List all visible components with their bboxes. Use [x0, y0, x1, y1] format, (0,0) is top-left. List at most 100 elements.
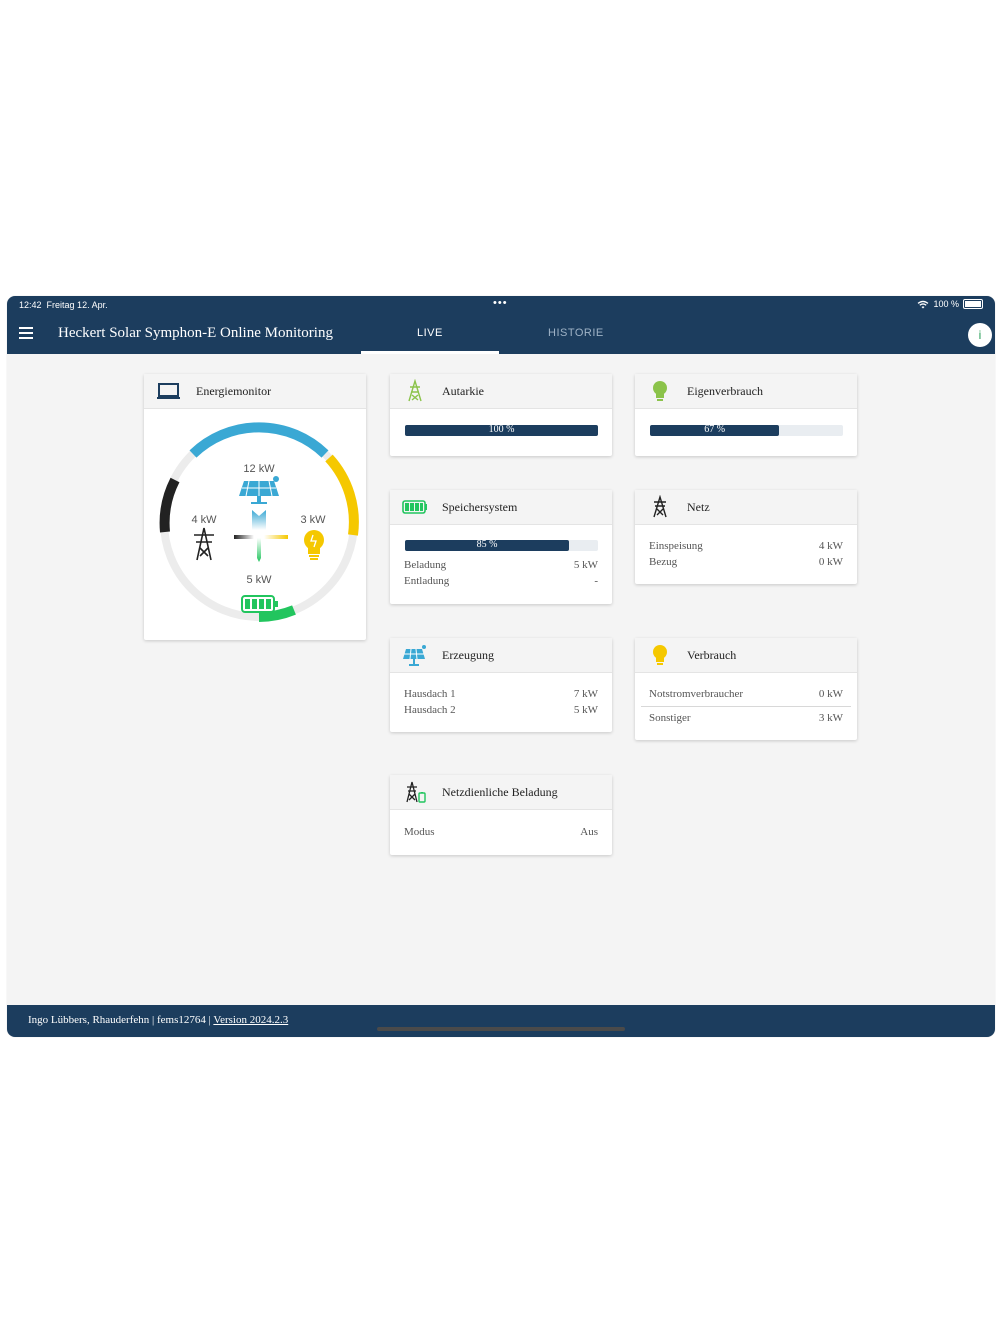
row-label: Sonstiger [649, 712, 691, 724]
netzdienlich-row-modus: Modus Aus [404, 826, 598, 838]
status-right: 100 % [917, 299, 983, 309]
speicher-row-entladung: Entladung - [404, 575, 598, 587]
netz-row-bezug: Bezug 0 kW [649, 556, 843, 568]
card-header: Energiemonitor [144, 374, 366, 409]
footer-user-info: Ingo Lübbers, Rhauderfehn | fems12764 | [28, 1014, 214, 1026]
light-bulb-icon [653, 645, 667, 665]
card-header: Verbrauch [635, 638, 857, 673]
row-divider [641, 706, 851, 707]
card-header: Autarkie [390, 374, 612, 409]
eigenverbrauch-percent: 67 % [704, 424, 726, 435]
main-content: Energiemonitor 12 kW 4 kW 3 kW 5 kW Auta… [7, 354, 995, 1005]
production-flow-arrow [252, 510, 266, 530]
row-label: Notstromverbraucher [649, 688, 744, 700]
consumption-value: 3 kW [300, 514, 326, 526]
autarkie-progress: 100 % [405, 424, 598, 436]
energiemonitor-card[interactable]: Energiemonitor 12 kW 4 kW 3 kW 5 kW [144, 374, 366, 640]
tab-live[interactable]: LIVE [417, 327, 443, 339]
grid-pylon-icon [194, 527, 214, 561]
speicher-progress: 85 % [405, 539, 598, 551]
consumption-flow-arrow [264, 535, 288, 539]
row-label: Hausdach 2 [404, 704, 456, 716]
card-header: Speichersystem [390, 490, 612, 525]
multitask-dots[interactable]: ••• [493, 297, 508, 309]
row-value: Aus [580, 826, 598, 838]
row-value: 7 kW [573, 688, 598, 700]
production-value: 12 kW [243, 463, 275, 475]
solar-panel-icon [403, 645, 426, 666]
row-value: 5 kW [573, 704, 598, 716]
autarky-pylon-icon [408, 379, 422, 402]
info-button[interactable]: i [968, 323, 992, 347]
home-indicator[interactable] [377, 1027, 625, 1031]
erzeugung-row-hausdach-2: Hausdach 2 5 kW [404, 704, 598, 716]
grid-flow-arrow [234, 535, 254, 539]
row-label: Beladung [404, 559, 447, 571]
verbrauch-card[interactable]: Verbrauch Notstromverbraucher 0 kW Sonst… [635, 638, 857, 740]
production-arc [189, 422, 329, 458]
status-date: Freitag 12. Apr. [46, 300, 108, 310]
tab-historie[interactable]: HISTORIE [548, 327, 604, 339]
footer-text: Ingo Lübbers, Rhauderfehn | fems12764 | … [28, 1014, 288, 1026]
light-bulb-icon [304, 530, 324, 560]
row-label: Hausdach 1 [404, 688, 456, 700]
consumption-arc [325, 454, 359, 536]
energy-flow-diagram[interactable]: 12 kW 4 kW 3 kW 5 kW [144, 408, 366, 640]
laptop-icon [157, 383, 180, 399]
speichersystem-card[interactable]: Speichersystem 85 % Beladung 5 kW Entlad… [390, 490, 612, 604]
self-consumption-bulb-icon [653, 381, 667, 401]
autarkie-percent: 100 % [488, 424, 515, 435]
grid-arc [159, 477, 180, 533]
battery-icon [963, 299, 983, 309]
row-value: 4 kW [818, 540, 843, 552]
speicher-percent: 85 % [476, 539, 498, 550]
eigenverbrauch-card[interactable]: Eigenverbrauch 67 % [635, 374, 857, 456]
app-title: Heckert Solar Symphon-E Online Monitorin… [58, 325, 333, 341]
grid-pylon-icon [653, 495, 667, 518]
card-title: Netzdienliche Beladung [442, 785, 558, 799]
speicher-row-beladung: Beladung 5 kW [404, 559, 598, 571]
solar-panel-icon [239, 476, 279, 504]
card-title: Autarkie [442, 384, 484, 398]
netzdienliche-beladung-card[interactable]: Netzdienliche Beladung Modus Aus [390, 775, 612, 855]
eigenverbrauch-progress: 67 % [650, 424, 843, 436]
autarkie-card[interactable]: Autarkie 100 % [390, 374, 612, 456]
row-value: 0 kW [818, 688, 843, 700]
battery-percent: 100 % [933, 299, 959, 309]
card-header: Eigenverbrauch [635, 374, 857, 409]
row-label: Entladung [404, 575, 450, 587]
row-value: 5 kW [573, 559, 598, 571]
card-header: Netz [635, 490, 857, 525]
erzeugung-card[interactable]: Erzeugung Hausdach 1 7 kW Hausdach 2 5 k… [390, 638, 612, 732]
card-title: Energiemonitor [196, 384, 272, 398]
card-title: Verbrauch [687, 648, 737, 662]
row-label: Modus [404, 826, 435, 838]
grid-value: 4 kW [191, 514, 217, 526]
erzeugung-row-hausdach-1: Hausdach 1 7 kW [404, 688, 598, 700]
storage-value: 5 kW [246, 574, 272, 586]
storage-battery-icon [241, 595, 278, 613]
card-title: Erzeugung [442, 648, 494, 662]
card-header: Erzeugung [390, 638, 612, 673]
ipad-screen: 12:42 Freitag 12. Apr. ••• 100 % Heckert… [7, 296, 995, 1037]
status-time: 12:42 Freitag 12. Apr. [19, 300, 108, 310]
app-header: Heckert Solar Symphon-E Online Monitorin… [7, 314, 995, 354]
card-header: Netzdienliche Beladung [390, 775, 612, 810]
footer: Ingo Lübbers, Rhauderfehn | fems12764 | … [7, 1005, 995, 1037]
storage-flow-arrow [257, 538, 261, 562]
version-link[interactable]: Version 2024.2.3 [213, 1014, 288, 1026]
wifi-icon [918, 300, 929, 308]
status-bar: 12:42 Freitag 12. Apr. ••• 100 % [7, 296, 995, 314]
netz-card[interactable]: Netz Einspeisung 4 kW Bezug 0 kW [635, 490, 857, 584]
row-value: - [594, 575, 598, 587]
battery-icon [402, 500, 427, 514]
card-title: Eigenverbrauch [687, 384, 763, 398]
netz-row-einspeisung: Einspeisung 4 kW [649, 540, 843, 552]
row-value: 3 kW [818, 712, 843, 724]
row-value: 0 kW [818, 556, 843, 568]
row-label: Bezug [649, 556, 678, 568]
hamburger-menu-icon[interactable] [19, 327, 33, 339]
card-title: Speichersystem [442, 500, 518, 514]
card-title: Netz [687, 500, 710, 514]
verbrauch-row-notstrom: Notstromverbraucher 0 kW [649, 688, 843, 700]
